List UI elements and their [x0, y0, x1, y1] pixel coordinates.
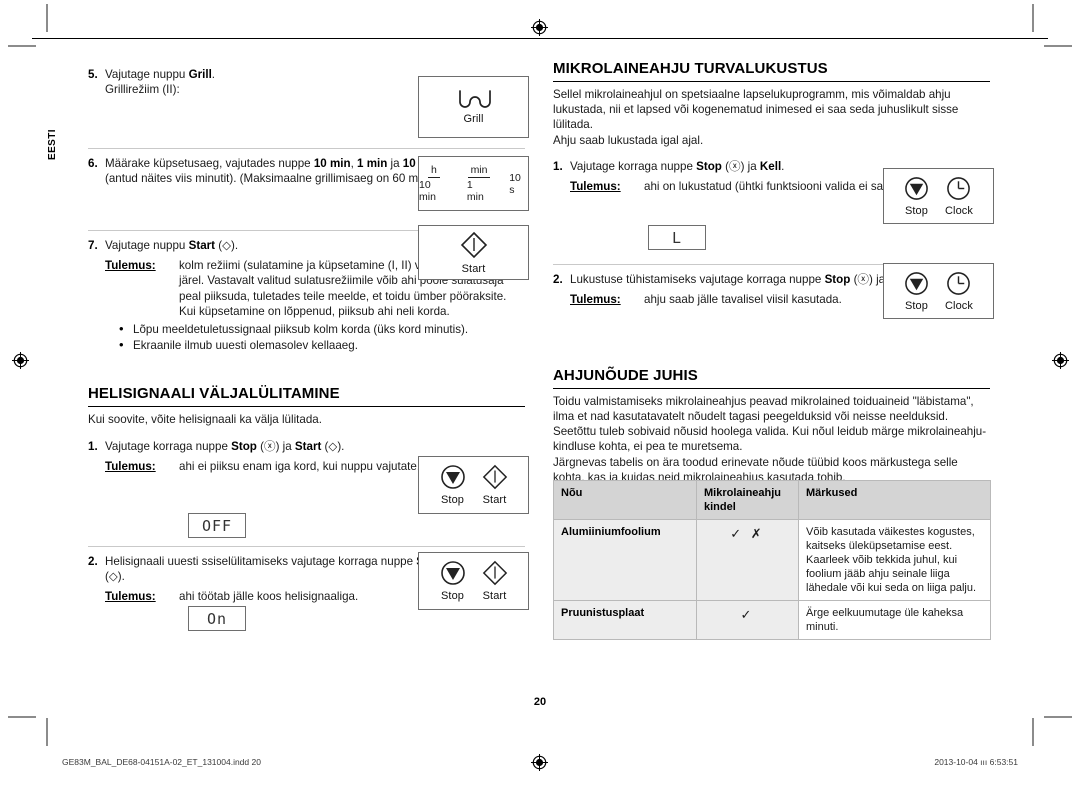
page-number: 20	[533, 696, 547, 708]
step-5-line1-bold: Grill	[188, 68, 212, 81]
stop-circle-icon	[440, 560, 466, 590]
keybox-start: Start	[418, 225, 529, 280]
clock-key-2: Clock	[945, 271, 973, 312]
keybox-grill: Grill	[418, 76, 529, 138]
table-row: Pruunistusplaat ✓ Ärge eelkuumutage üle …	[553, 600, 991, 640]
clock-key-1: Clock	[945, 176, 973, 217]
clock-key-2-label: Clock	[944, 299, 973, 312]
safety-step-1-number: 1.	[553, 159, 563, 173]
footer-filename: GE83M_BAL_DE68-04151A-02_ET_131004.indd …	[62, 757, 261, 767]
sound-off-step-2-result-label: Tulemus:	[105, 590, 156, 604]
table-cell-name-1: Alumiiniumfoolium	[553, 519, 697, 601]
step-7-result-label: Tulemus:	[105, 259, 156, 273]
stop-circle-icon	[440, 464, 466, 494]
stop-key-2-label: Stop	[440, 590, 465, 602]
cookware-table: Nõu Mikrolaineahju kindel Märkused Alumi…	[553, 480, 991, 640]
cookware-paragraph-2: Seetõttu tuleb sobivaid nõusid hoolega v…	[553, 425, 987, 454]
grill-key-label: Grill	[463, 113, 484, 125]
stop-key-2: Stop	[440, 560, 466, 602]
table-cell-mark-1: ✓ ✗	[696, 519, 799, 601]
cookware-heading: AHJUNÕUDE JUHIS	[553, 367, 990, 389]
step-5-line1-pre: Vajutage nuppu	[105, 68, 189, 81]
grill-key: Grill	[457, 89, 491, 125]
cookware-paragraph-1: Toidu valmistamiseks mikrolaineahjus pea…	[553, 394, 974, 424]
keybox-stop-start-1: Stop Start	[418, 456, 529, 514]
start-diamond-icon	[460, 231, 488, 263]
footer-timestamp: 2013-10-04 ııı 6:53:51	[934, 757, 1018, 767]
table-cell-mark-2: ✓	[696, 600, 799, 640]
table-row: Alumiiniumfoolium ✓ ✗ Võib kasutada väik…	[553, 519, 991, 601]
lcd-display-lock: L	[648, 225, 706, 250]
table-header-notes: Märkused	[798, 480, 991, 520]
step-5-line1-post: .	[211, 68, 216, 81]
time-key-10min-top: h	[428, 164, 440, 178]
clock-key-1-label: Clock	[944, 204, 973, 217]
time-key-1min-top: min	[467, 164, 491, 178]
safety-step-1-result-label: Tulemus:	[570, 180, 621, 194]
keybox-stop-clock-1: Stop Clock	[883, 168, 994, 224]
time-key-1min-bottom: 1 min	[466, 179, 484, 203]
keybox-stop-start-2: Stop Start	[418, 552, 529, 610]
safety-lock-intro-2: Ahju saab lukustada igal ajal.	[553, 133, 704, 147]
sound-off-step-1-result-label: Tulemus:	[105, 459, 156, 473]
keybox-time: h 10 min min 1 min 10 s	[418, 156, 529, 211]
sound-off-step-1-instruction: Vajutage korraga nuppe Stop (ⓧ) ja Start…	[105, 439, 345, 453]
stop-circle-icon	[904, 176, 929, 205]
keybox-stop-clock-2: Stop Clock	[883, 263, 994, 319]
lcd-display-on: On	[188, 606, 246, 631]
time-key-10min-bottom: 10 min	[419, 179, 436, 203]
language-side-tab: EESTI	[47, 129, 58, 160]
step-5-line2: Grillirežiim (II):	[105, 83, 180, 97]
time-key-10s: 10 s	[509, 172, 528, 196]
sound-off-step-1-number: 1.	[88, 439, 98, 453]
manual-page: EESTI 5. Vajutage nuppu Grill. Grillirež…	[0, 0, 1080, 788]
table-cell-notes-2: Ärge eelkuumutage üle kaheksa minuti.	[798, 600, 991, 640]
start-key-2-label: Start	[482, 590, 507, 602]
safety-lock-heading: MIKROLAINEAHJU TURVALUKUSTUS	[553, 60, 990, 82]
start-key: Start	[460, 231, 488, 275]
table-header-microwave-safe: Mikrolaineahju kindel	[696, 480, 799, 520]
safety-lock-intro-1: Sellel mikrolaineahjul on spetsiaalne la…	[553, 88, 959, 132]
stop-circle-icon	[904, 271, 929, 300]
start-key-1-label: Start	[482, 494, 507, 506]
page-top-rule	[32, 38, 1048, 39]
time-keys-group: h 10 min min 1 min 10 s	[419, 164, 528, 203]
step-6-number: 6.	[88, 157, 98, 170]
time-key-10s-label: 10 s	[509, 171, 521, 196]
stop-key-4-label: Stop	[904, 299, 928, 312]
table-header-row: Nõu Mikrolaineahju kindel Märkused	[553, 480, 991, 520]
stop-key-3-label: Stop	[904, 204, 928, 217]
step-5-number: 5.	[88, 68, 98, 81]
start-diamond-icon	[482, 464, 508, 494]
step-7-bullet-2: Ekraanile ilmub uuesti olemasolev kellaa…	[119, 337, 525, 353]
start-key-2: Start	[482, 560, 508, 602]
table-cell-name-2: Pruunistusplaat	[553, 600, 697, 640]
table-header-cookware: Nõu	[553, 480, 697, 520]
cookware-section: AHJUNÕUDE JUHIS Toidu valmistamiseks mik…	[553, 367, 990, 485]
safety-step-2-result-label: Tulemus:	[570, 293, 621, 307]
sound-off-heading: HELISIGNAALI VÄLJALÜLITAMINE	[88, 385, 525, 408]
start-key-1: Start	[482, 464, 508, 506]
step-7-bullet-1: Lõpu meeldetuletussignaal piiksub kolm k…	[119, 321, 525, 337]
start-diamond-icon	[482, 560, 508, 590]
lcd-display-off: OFF	[188, 513, 246, 538]
stop-key-3: Stop	[904, 176, 929, 217]
clock-icon	[946, 271, 971, 300]
sound-off-intro: Kui soovite, võite helisignaali ka välja…	[88, 413, 322, 427]
safety-step-2-number: 2.	[553, 272, 563, 286]
grill-element-icon	[457, 89, 491, 113]
time-key-1min: min 1 min	[467, 164, 491, 203]
step-7-bullets: Lõpu meeldetuletussignaal piiksub kolm k…	[105, 321, 525, 353]
time-key-10min: h 10 min	[419, 164, 449, 203]
stop-key-1: Stop	[440, 464, 466, 506]
step-7-number: 7.	[88, 239, 98, 252]
sound-off-step-2-number: 2.	[88, 554, 98, 568]
clock-icon	[946, 176, 971, 205]
start-key-label: Start	[461, 262, 486, 275]
stop-key-4: Stop	[904, 271, 929, 312]
stop-key-1-label: Stop	[440, 494, 465, 506]
table-cell-notes-1: Võib kasutada väikestes kogustes, kaitse…	[798, 519, 991, 601]
